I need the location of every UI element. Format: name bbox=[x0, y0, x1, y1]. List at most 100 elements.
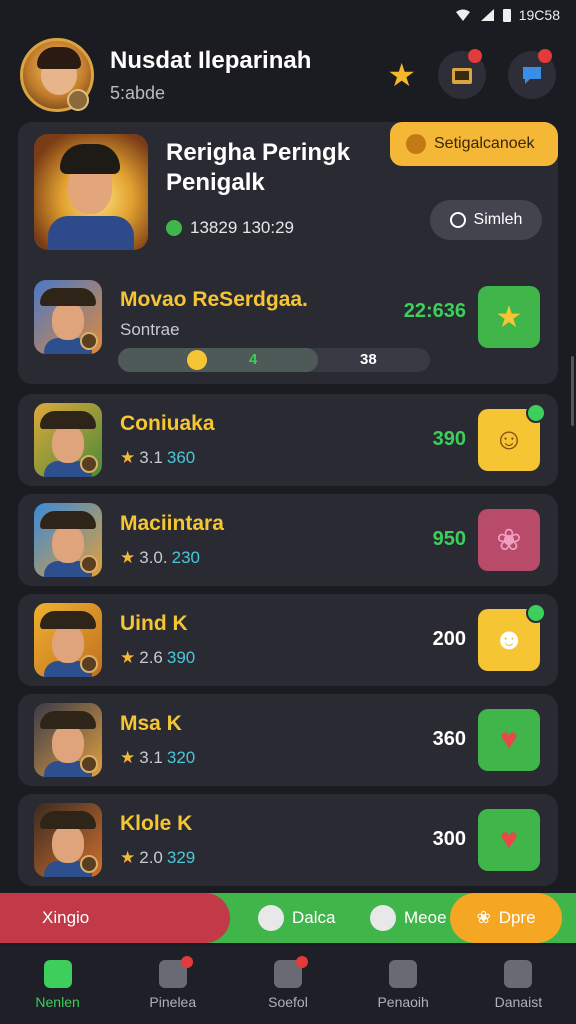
reward-tile[interactable]: ☺ bbox=[478, 403, 546, 471]
status-time: 19C58 bbox=[518, 7, 560, 23]
profile-name: Nusdat Ileparinah bbox=[110, 46, 312, 74]
player-stats: ★ 2.6 390 bbox=[120, 648, 196, 667]
chat-icon bbox=[523, 67, 541, 84]
entry-name: Movao ReSerdgaa. bbox=[120, 288, 308, 311]
player-avatar bbox=[34, 603, 102, 677]
notification-badge bbox=[468, 49, 482, 63]
player-name: Uind K bbox=[120, 612, 188, 635]
player-score: 360 bbox=[432, 728, 466, 750]
status-bar: 19C58 bbox=[0, 0, 576, 30]
tag-icon bbox=[258, 905, 284, 931]
person-icon bbox=[389, 960, 418, 988]
reward-tile[interactable]: ☻ bbox=[478, 603, 546, 671]
featured-title: Rerigha Peringk Penigalk bbox=[166, 139, 351, 196]
player-avatar bbox=[34, 503, 102, 577]
home-icon bbox=[43, 960, 72, 988]
list-item[interactable]: Coniuaka ★ 3.1 360 390 ☺ bbox=[18, 394, 558, 486]
action-left-button[interactable]: Xingio bbox=[0, 893, 230, 943]
action-right-button[interactable]: ❀ Dpre bbox=[450, 893, 562, 943]
profile-header: Nusdat Ileparinah 5:abde ★ bbox=[0, 30, 576, 120]
heart-shield-icon bbox=[273, 956, 308, 988]
entry-avatar bbox=[34, 280, 102, 354]
level-badge-icon bbox=[80, 855, 98, 873]
player-name: Coniuaka bbox=[120, 412, 215, 435]
featured-card[interactable]: Setigalcanoek Rerigha Peringk Penigalk 1… bbox=[18, 122, 558, 384]
level-badge-icon bbox=[67, 89, 89, 111]
profile-subtitle: 5:abde bbox=[110, 82, 166, 103]
heart-icon: ♥ bbox=[500, 823, 518, 856]
player-avatar bbox=[34, 403, 102, 477]
gauge-icon bbox=[504, 960, 533, 988]
level-badge-icon bbox=[80, 455, 98, 473]
list-item[interactable]: Msa K ★ 3.1 320 360 ♥ bbox=[18, 694, 558, 786]
player-score: 950 bbox=[432, 528, 466, 550]
player-stats: ★ 3.1 360 bbox=[120, 448, 196, 467]
level-badge-icon bbox=[80, 755, 98, 773]
emoji-face-icon: ☺ bbox=[493, 423, 525, 456]
progress-marker: 4 bbox=[249, 351, 258, 368]
reward-tile[interactable]: ♥ bbox=[478, 809, 540, 871]
featured-image bbox=[34, 134, 148, 250]
player-avatar bbox=[34, 703, 102, 777]
player-stats: ★ 2.0 329 bbox=[120, 848, 196, 867]
player-name: Msa K bbox=[120, 712, 182, 735]
star-tile[interactable]: ★ bbox=[478, 286, 540, 348]
nav-social[interactable]: Soefol bbox=[238, 956, 338, 1010]
reward-tile[interactable]: ♥ bbox=[478, 709, 540, 771]
entry-score: 22:636 bbox=[403, 300, 466, 322]
check-icon bbox=[166, 220, 182, 236]
nav-shop[interactable]: Pinelea bbox=[123, 956, 223, 1010]
tulip-icon: ❀ bbox=[496, 523, 522, 557]
progress-knob[interactable] bbox=[187, 350, 207, 370]
player-name: Maciintara bbox=[120, 512, 224, 535]
level-badge-icon bbox=[80, 555, 98, 573]
list-item[interactable]: Maciintara ★ 3.0. 230 950 ❀ bbox=[18, 494, 558, 586]
list-item[interactable]: Klole K ★ 2.0 329 300 ♥ bbox=[18, 794, 558, 886]
ghost-icon bbox=[370, 905, 396, 931]
avatar[interactable] bbox=[20, 38, 94, 112]
action-mid1-button[interactable]: Dalca bbox=[258, 893, 335, 943]
player-stats: ★ 3.1 320 bbox=[120, 748, 196, 767]
nav-home[interactable]: Nenlen bbox=[8, 960, 108, 1010]
player-avatar bbox=[34, 803, 102, 877]
featured-action-button[interactable]: Simleh bbox=[430, 200, 542, 240]
action-bar: Xingio Dalca Meoe ❀ Dpre bbox=[0, 893, 576, 943]
bottom-nav: Nenlen Pinelea Soefol Penaoih Danaist bbox=[0, 946, 576, 1024]
reward-tile[interactable]: ❀ bbox=[478, 509, 540, 571]
star-icon: ★ bbox=[120, 748, 136, 767]
clover-icon: ❀ bbox=[476, 908, 491, 927]
wifi-icon bbox=[455, 8, 471, 22]
featured-timer: 13829 130:29 bbox=[166, 218, 294, 238]
player-name: Klole K bbox=[120, 812, 193, 835]
star-icon: ★ bbox=[120, 848, 136, 867]
battery-icon bbox=[502, 8, 511, 22]
nav-profile[interactable]: Penaoih bbox=[353, 960, 453, 1010]
new-badge-icon bbox=[526, 403, 546, 423]
shop-icon bbox=[158, 956, 193, 988]
star-icon: ★ bbox=[120, 648, 136, 667]
star-icon[interactable]: ★ bbox=[387, 56, 416, 94]
chat-button[interactable] bbox=[508, 49, 556, 99]
level-badge-icon bbox=[80, 655, 98, 673]
player-score: 200 bbox=[432, 628, 466, 650]
player-score: 300 bbox=[432, 828, 466, 850]
notification-badge bbox=[295, 956, 308, 968]
player-score: 390 bbox=[432, 428, 466, 450]
signal-icon bbox=[479, 8, 495, 22]
star-icon: ★ bbox=[120, 448, 136, 467]
entry-subtitle-visible: Sontrae bbox=[120, 320, 180, 339]
star-icon: ★ bbox=[120, 548, 136, 567]
featured-tag[interactable]: Setigalcanoek bbox=[390, 122, 558, 166]
rice-ball-icon: ☻ bbox=[493, 623, 525, 656]
action-mid2-button[interactable]: Meoe bbox=[370, 893, 447, 943]
heart-icon: ♥ bbox=[500, 723, 518, 756]
search-icon bbox=[449, 212, 466, 228]
progress-total: 38 bbox=[360, 351, 377, 368]
mail-button[interactable] bbox=[438, 49, 486, 99]
player-stats: ★ 3.0. 230 bbox=[120, 548, 200, 567]
notification-badge bbox=[180, 956, 193, 968]
bread-icon bbox=[406, 134, 426, 154]
scrollbar[interactable] bbox=[571, 356, 574, 426]
nav-settings[interactable]: Danaist bbox=[468, 960, 568, 1010]
list-item[interactable]: Uind K ★ 2.6 390 200 ☻ bbox=[18, 594, 558, 686]
